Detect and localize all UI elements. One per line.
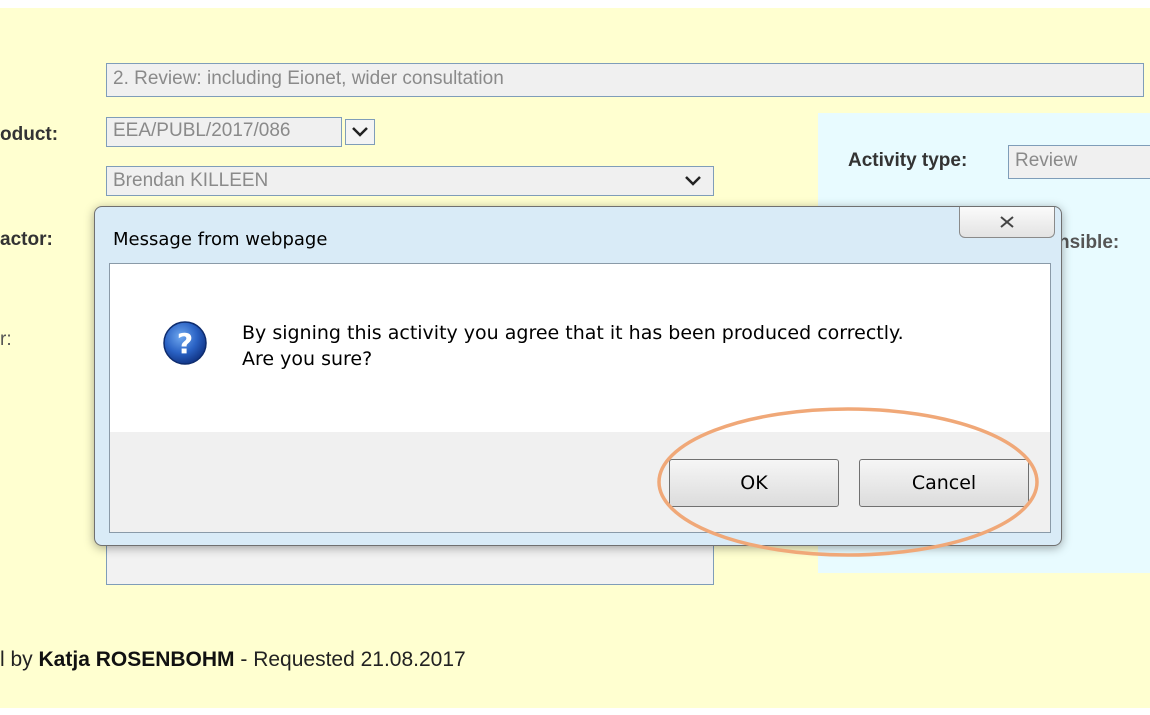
ok-button[interactable]: OK: [669, 459, 839, 507]
actor-label: actor:: [0, 229, 53, 250]
svg-text:?: ?: [177, 327, 193, 360]
person-select[interactable]: Brendan KILLEEN: [106, 166, 714, 196]
close-icon: [1000, 216, 1014, 228]
cancel-button[interactable]: Cancel: [859, 459, 1029, 507]
request-footer: l by Katja ROSENBOHM - Requested 21.08.2…: [0, 648, 466, 672]
responsible-label: nsible:: [1058, 232, 1120, 253]
partial-label: r:: [0, 329, 12, 350]
phase-field[interactable]: 2. Review: including Eionet, wider consu…: [106, 63, 1144, 97]
requester-name: Katja ROSENBOHM: [38, 648, 235, 671]
top-strip: [0, 0, 1150, 8]
product-label: oduct:: [0, 124, 59, 145]
question-icon: ?: [163, 321, 207, 365]
footer-suffix: - Requested 21.08.2017: [234, 648, 466, 671]
product-select[interactable]: EEA/PUBL/2017/086: [106, 117, 342, 147]
activity-type-field[interactable]: Review: [1008, 145, 1150, 179]
product-dropdown-button[interactable]: [345, 119, 375, 145]
message-line-1: By signing this activity you agree that …: [242, 322, 904, 344]
text-area-field[interactable]: [106, 540, 714, 585]
dialog-title: Message from webpage: [113, 229, 328, 250]
activity-type-label: Activity type:: [848, 150, 968, 171]
confirm-dialog: Message from webpage ? By signing this a…: [94, 206, 1062, 546]
message-line-2: Are you sure?: [242, 348, 373, 370]
person-dropdown-button[interactable]: [678, 168, 708, 194]
chevron-down-icon: [685, 176, 701, 186]
chevron-down-icon: [352, 127, 368, 137]
footer-prefix: l by: [0, 648, 39, 671]
bottom-strip: [0, 708, 1150, 715]
close-button[interactable]: [959, 207, 1055, 238]
dialog-message: By signing this activity you agree that …: [242, 320, 904, 372]
